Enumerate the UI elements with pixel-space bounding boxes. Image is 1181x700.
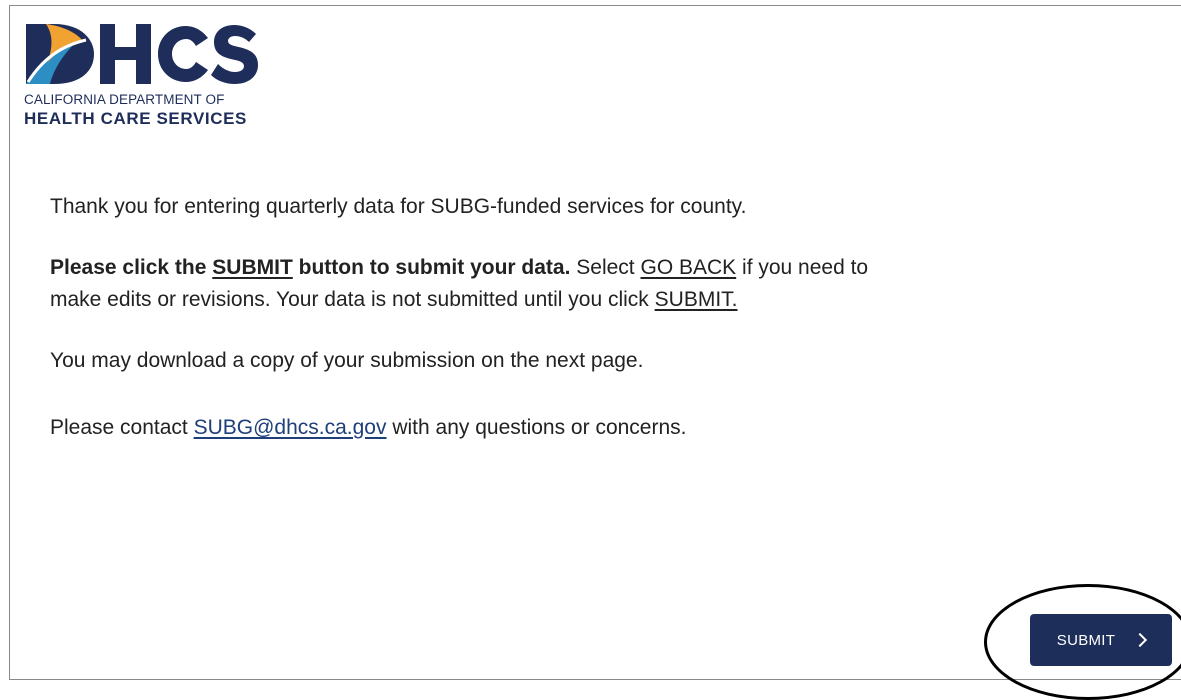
instruction-bold-suffix: button to submit your data. [292,256,571,279]
logo-subtitle-line2: HEALTH CARE SERVICES [24,109,247,128]
submit-button-label: SUBMIT [1056,631,1116,649]
contact-suffix: with any questions or concerns. [386,416,687,439]
instruction-select: Select [570,256,641,279]
dhcs-logo-mark [26,24,258,84]
chevron-right-icon [1133,632,1148,648]
thank-you-text: Thank you for entering quarterly data fo… [50,195,747,218]
submit-inline-reference: SUBMIT [212,256,293,279]
contact-prefix: Please contact [50,416,194,439]
dhcs-logo: CALIFORNIA DEPARTMENT OF HEALTH CARE SER… [24,20,264,132]
submit-instructions: Please click the SUBMIT button to submit… [50,252,910,316]
contact-line: Please contact SUBG@dhcs.ca.gov with any… [50,412,910,444]
submit-text-link[interactable]: SUBMIT. [655,288,738,311]
submit-button[interactable]: SUBMIT [1030,614,1172,666]
logo-subtitle-line1: CALIFORNIA DEPARTMENT OF [24,92,225,107]
instruction-bold: Please click the SUBMIT button to submit… [50,256,570,279]
go-back-link[interactable]: GO BACK [640,256,736,279]
download-note: You may download a copy of your submissi… [50,349,644,372]
instruction-bold-prefix: Please click the [50,256,213,279]
confirmation-message: Thank you for entering quarterly data fo… [50,191,910,444]
contact-email-link[interactable]: SUBG@dhcs.ca.gov [194,416,387,439]
